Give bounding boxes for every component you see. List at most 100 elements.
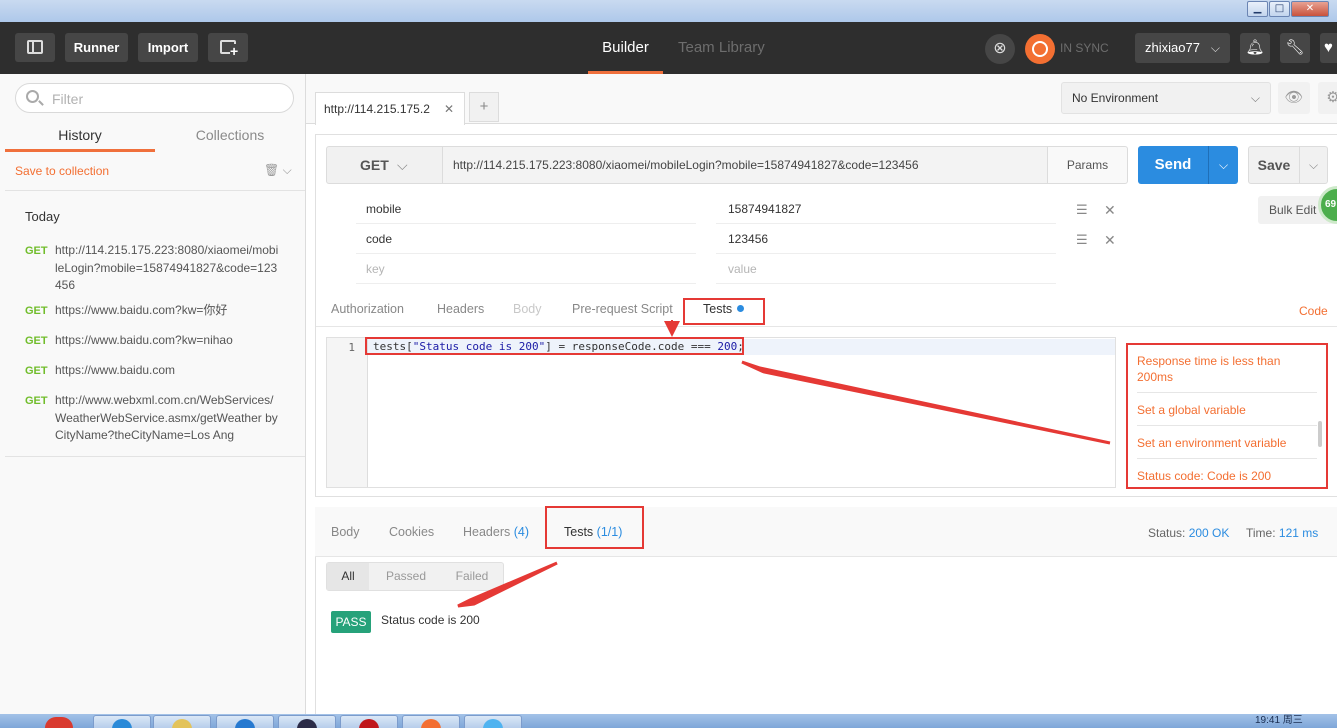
response-tab-cookies[interactable]: Cookies	[389, 525, 434, 539]
filter-input[interactable]: Filter	[15, 83, 294, 113]
param-key[interactable]: mobile	[356, 195, 696, 224]
import-button[interactable]: Import	[138, 33, 198, 62]
taskbar-app[interactable]	[278, 715, 336, 728]
tab-authorization[interactable]: Authorization	[331, 302, 404, 316]
test-result-text: Status code is 200	[381, 613, 480, 627]
taskbar-app[interactable]	[93, 715, 151, 728]
scrollbar[interactable]	[1318, 421, 1322, 447]
taskbar-app[interactable]	[340, 715, 398, 728]
param-key[interactable]: code	[356, 225, 696, 254]
save-button[interactable]: Save	[1248, 146, 1300, 184]
send-button[interactable]: Send	[1138, 146, 1208, 184]
add-tab-button[interactable]: +	[469, 92, 499, 122]
history-url: https://www.baidu.com?kw=nihao	[55, 333, 233, 347]
response-time: Time: 121 ms	[1246, 526, 1319, 540]
history-item[interactable]: GET http://114.215.175.223:8080/xiaomei/…	[25, 242, 280, 296]
chevron-down-icon: ⌵	[1250, 91, 1260, 105]
wrench-icon[interactable]: 🔧︎	[1280, 33, 1310, 63]
sync-icon[interactable]	[1025, 34, 1055, 64]
test-results-filter: All Passed Failed	[326, 562, 504, 591]
method-badge: GET	[25, 245, 48, 257]
filter-all-button[interactable]: All	[327, 563, 369, 590]
snippet-link[interactable]: Status code: Code is 200	[1137, 468, 1317, 484]
start-button[interactable]	[45, 717, 73, 728]
drag-handle-icon[interactable]: ☰	[1076, 202, 1088, 218]
taskbar-app[interactable]	[402, 715, 460, 728]
pass-badge: PASS	[331, 611, 371, 633]
history-group-label: Today	[25, 209, 60, 224]
environment-value: No Environment	[1072, 91, 1159, 105]
divider	[5, 456, 305, 457]
headers-count: (4)	[513, 525, 530, 539]
param-value[interactable]: 15874941827	[716, 195, 1056, 224]
environment-select[interactable]: No Environment ⌵	[1061, 82, 1271, 114]
delete-param-icon[interactable]: ✕	[1104, 202, 1116, 219]
taskbar-app[interactable]	[464, 715, 522, 728]
param-row: code 123456	[356, 225, 1056, 255]
response-tab-body[interactable]: Body	[331, 525, 360, 539]
trash-icon[interactable]: 🗑︎ ⌵	[264, 163, 292, 178]
window-title-bar: ▁ □ ✕	[0, 0, 1337, 22]
tab-headers[interactable]: Headers	[437, 302, 484, 316]
response-tab-headers-label: Headers	[463, 525, 511, 539]
snippet-link[interactable]: Response time is less than 200ms	[1137, 353, 1317, 385]
annotation-box	[365, 337, 744, 355]
interceptor-icon[interactable]: ⊗	[985, 34, 1015, 64]
tab-collections[interactable]: Collections	[155, 118, 305, 152]
history-url: http://www.webxml.com.cn/WebServices/Wea…	[55, 393, 278, 442]
maximize-button[interactable]: □	[1269, 1, 1290, 17]
new-window-button[interactable]: +	[208, 33, 248, 62]
param-row-empty: key value	[356, 255, 1056, 285]
bell-icon[interactable]: 🔔︎	[1240, 33, 1270, 63]
generate-code-link[interactable]: Code	[1299, 304, 1328, 318]
tab-builder[interactable]: Builder	[588, 22, 663, 74]
send-options-button[interactable]: ⌵	[1208, 146, 1238, 184]
snippet-link[interactable]: Set a global variable	[1137, 402, 1317, 418]
heart-icon[interactable]: ♥	[1320, 33, 1337, 63]
test-script-editor[interactable]: 1 tests["Status code is 200"] = response…	[326, 337, 1116, 488]
save-options-button[interactable]: ⌵	[1299, 146, 1328, 184]
runner-button[interactable]: Runner	[65, 33, 128, 62]
tab-body[interactable]: Body	[513, 302, 542, 316]
tab-team-library[interactable]: Team Library	[678, 22, 765, 74]
minimize-button[interactable]: ▁	[1247, 1, 1268, 17]
url-input[interactable]: http://114.215.175.223:8080/xiaomei/mobi…	[443, 146, 1048, 184]
param-key-placeholder[interactable]: key	[356, 255, 696, 284]
status-value: 200 OK	[1188, 526, 1230, 540]
close-window-button[interactable]: ✕	[1291, 1, 1329, 17]
app-header: Runner Import + Builder Team Library ⊗ I…	[0, 22, 1337, 74]
snippet-link[interactable]: Set an environment variable	[1137, 435, 1317, 451]
drag-handle-icon[interactable]: ☰	[1076, 232, 1088, 248]
taskbar-app[interactable]	[216, 715, 274, 728]
gear-icon[interactable]: ⚙	[1318, 82, 1337, 114]
sidebar: Filter History Collections Save to colle…	[0, 74, 306, 714]
params-button[interactable]: Params	[1047, 146, 1128, 184]
tab-history[interactable]: History	[5, 118, 155, 152]
taskbar-clock: 19:41 周三	[1255, 715, 1303, 726]
method-select[interactable]: GET ⌵	[326, 146, 443, 184]
time-value: 121 ms	[1278, 526, 1319, 540]
sidebar-toggle-icon	[27, 40, 43, 54]
history-url: http://114.215.175.223:8080/xiaomei/mobi…	[55, 243, 279, 292]
param-value-placeholder[interactable]: value	[716, 255, 1056, 284]
filter-failed-button[interactable]: Failed	[442, 563, 502, 590]
request-tab[interactable]: http://114.215.175.2 ✕	[315, 92, 465, 125]
divider	[1137, 458, 1317, 459]
history-url: https://www.baidu.com?kw=你好	[55, 303, 228, 317]
taskbar-app[interactable]	[153, 715, 211, 728]
editor-gutter: 1	[327, 338, 368, 487]
sidebar-toggle-button[interactable]	[15, 33, 55, 62]
history-item[interactable]: GET http://www.webxml.com.cn/WebServices…	[25, 392, 280, 446]
eye-icon[interactable]: 👁︎	[1278, 82, 1310, 114]
tab-pre-request-script[interactable]: Pre-request Script	[572, 302, 673, 316]
user-menu-button[interactable]: zhixiao77 ⌵	[1135, 33, 1230, 63]
delete-param-icon[interactable]: ✕	[1104, 232, 1116, 249]
username: zhixiao77	[1145, 40, 1200, 55]
sync-status: IN SYNC	[1060, 41, 1109, 55]
response-tab-headers[interactable]: Headers (4)	[463, 525, 529, 539]
os-taskbar: 19:41 周三	[0, 714, 1337, 728]
param-value[interactable]: 123456	[716, 225, 1056, 254]
close-tab-icon[interactable]: ✕	[444, 93, 454, 126]
save-to-collection-link[interactable]: Save to collection	[15, 164, 109, 178]
filter-passed-button[interactable]: Passed	[372, 563, 440, 590]
